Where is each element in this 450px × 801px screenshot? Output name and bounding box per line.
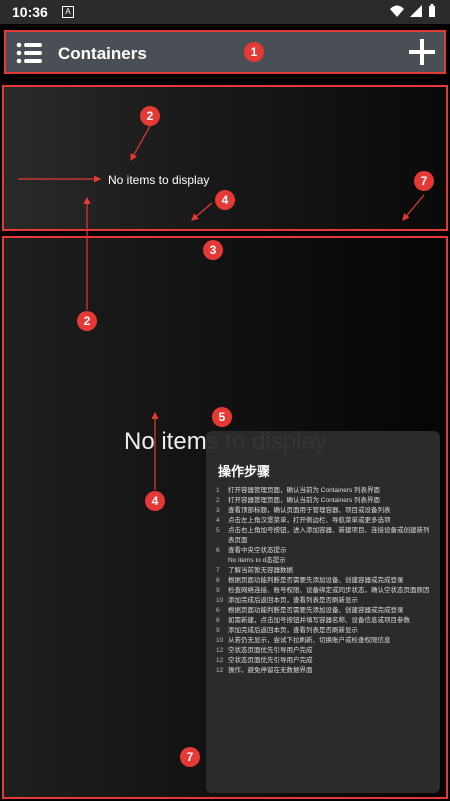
step-number: 3 xyxy=(216,507,220,514)
step-number: 7 xyxy=(216,567,220,574)
annotation-marker-5: 5 xyxy=(212,407,232,427)
step-number: 9 xyxy=(216,587,220,594)
steps-title: 操作步骤 xyxy=(218,464,271,479)
step-item: 6 根据页面功能判断是否需要先添加设备、创建容器或完成登录 xyxy=(216,606,430,616)
add-button[interactable] xyxy=(406,36,438,68)
step-number: 2 xyxy=(216,497,220,504)
step-text: 点击右上角加号按钮，进入添加容器、新建项目、连接设备或创建新列表页面 xyxy=(228,527,430,544)
step-number: 4 xyxy=(216,517,220,524)
step-text: 点击左上角汉堡菜单，打开侧边栏、导航菜单或更多选项 xyxy=(228,517,391,524)
step-number xyxy=(216,556,228,566)
page-title: Containers xyxy=(58,44,147,63)
hamburger-menu-icon xyxy=(16,42,42,64)
step-number: 6 xyxy=(216,547,220,554)
step-number: 12 xyxy=(216,667,224,674)
step-text: 检查网络连接、账号权限、设备绑定或同步状态，确认空状态页面原因 xyxy=(228,587,430,594)
step-text: 空状态页面优先引导用户完成 xyxy=(228,647,313,654)
step-text: No items to d态提示 xyxy=(228,557,286,564)
step-item: 1 打开容器管理页面，确认当前为 Containers 列表界面 xyxy=(216,486,430,496)
wifi-icon xyxy=(390,5,404,17)
annotation-marker-1: 1 xyxy=(244,42,264,62)
battery-icon xyxy=(429,4,435,17)
step-number: 1 xyxy=(216,487,220,494)
step-text: 根据页面功能判断是否需要先添加设备、创建容器或完成登录 xyxy=(228,607,404,614)
step-number: 9 xyxy=(216,627,220,634)
step-text: 查看中央空状态提示 xyxy=(228,547,287,554)
step-number: 12 xyxy=(216,657,224,664)
step-text: 打开容器管理页面，确认当前为 Containers 列表界面 xyxy=(228,487,381,494)
annotation-marker-4: 4 xyxy=(145,491,165,511)
step-text: 打开容器管理页面，确认当前为 Containers 列表界面 xyxy=(228,497,381,504)
step-item: 12 空状态页面优先引导用户完成 xyxy=(216,656,430,666)
step-number: 8 xyxy=(216,577,220,584)
annotation-marker-2: 2 xyxy=(77,311,97,331)
step-item: 4 点击左上角汉堡菜单，打开侧边栏、导航菜单或更多选项 xyxy=(216,516,430,526)
step-item: 2 打开容器管理页面，确认当前为 Containers 列表界面 xyxy=(216,496,430,506)
annotation-marker-3: 3 xyxy=(203,240,223,260)
step-item: 12 空状态页面优先引导用户完成 xyxy=(216,646,430,656)
step-item: 10 添加完成后返回本页，查看列表是否刷新显示 xyxy=(216,596,430,606)
status-icons xyxy=(390,4,436,18)
annotation-marker-7: 7 xyxy=(180,747,200,767)
step-item: 6 查看中央空状态提示 xyxy=(216,546,430,556)
annotation-marker-2: 2 xyxy=(140,106,160,126)
signal-icon xyxy=(410,5,422,17)
step-text: 了解当前暂无容器数据 xyxy=(228,567,293,574)
step-item: 7 了解当前暂无容器数据 xyxy=(216,566,430,576)
step-item: 12 操作，避免停留在无数据界面 xyxy=(216,666,430,676)
step-item: 8 根据页面功能判断是否需要先添加设备、创建容器或完成登录 xyxy=(216,576,430,586)
status-bar: 10:36 A xyxy=(0,0,450,24)
app-bar: Containers xyxy=(4,30,446,74)
status-time: 10:36 xyxy=(12,4,48,20)
step-item: 8 如需新建，点击加号按钮并填写容器名称、设备信息或项目参数 xyxy=(216,616,430,626)
step-number: 12 xyxy=(216,647,224,654)
step-text: 查看顶部标题，确认页面用于管理容器、项目或设备列表 xyxy=(228,507,391,514)
step-number: 8 xyxy=(216,617,220,624)
step-item: No items to d态提示 xyxy=(216,556,430,566)
step-text: 根据页面功能判断是否需要先添加设备、创建容器或完成登录 xyxy=(228,577,404,584)
step-item: 3 查看顶部标题，确认页面用于管理容器、项目或设备列表 xyxy=(216,506,430,516)
menu-button[interactable] xyxy=(16,39,44,67)
step-text: 从若仍无显示，尝试下拉刷新、切换账户或检查权限信息 xyxy=(228,637,391,644)
step-text: 如需新建，点击加号按钮并填写容器名称、设备信息或项目参数 xyxy=(228,617,410,624)
step-text: 添加完成后返回本页，查看列表是否刷新显示 xyxy=(228,627,358,634)
step-item: 10 从若仍无显示，尝试下拉刷新、切换账户或检查权限信息 xyxy=(216,636,430,646)
annotation-marker-4: 4 xyxy=(215,190,235,210)
step-text: 空状态页面优先引导用户完成 xyxy=(228,657,313,664)
step-number: 5 xyxy=(216,527,220,534)
step-item: 9 检查网络连接、账号权限、设备绑定或同步状态，确认空状态页面原因 xyxy=(216,586,430,596)
step-text: 操作，避免停留在无数据界面 xyxy=(228,667,313,674)
step-item: 9 添加完成后返回本页，查看列表是否刷新显示 xyxy=(216,626,430,636)
step-number: 10 xyxy=(216,637,224,644)
step-text: 添加完成后返回本页，查看列表是否刷新显示 xyxy=(228,597,358,604)
steps-card: 操作步骤 1 打开容器管理页面，确认当前为 Containers 列表界面 2 打开容… xyxy=(206,431,440,793)
notification-icon: A xyxy=(62,6,74,18)
step-number: 10 xyxy=(216,597,224,604)
plus-icon xyxy=(409,39,435,65)
step-number: 6 xyxy=(216,607,220,614)
step-item: 5 点击右上角加号按钮，进入添加容器、新建项目、连接设备或创建新列表页面 xyxy=(216,526,430,546)
empty-state-text: No items to display xyxy=(108,173,210,187)
annotation-marker-7: 7 xyxy=(414,171,434,191)
steps-list: 1 打开容器管理页面，确认当前为 Containers 列表界面 2 打开容器管理页面… xyxy=(216,486,430,676)
